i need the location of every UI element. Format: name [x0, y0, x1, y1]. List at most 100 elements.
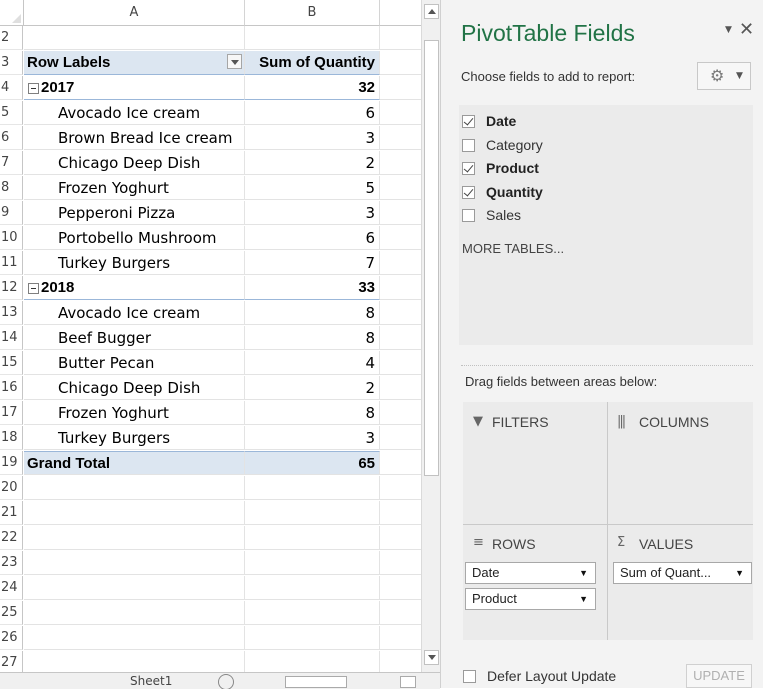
cell-b[interactable] [245, 501, 380, 525]
collapse-minus-icon[interactable] [28, 282, 39, 294]
cell-b[interactable]: 6 [245, 101, 380, 125]
row-field-chip[interactable]: Product ▼ [465, 588, 596, 610]
cell-c[interactable] [380, 551, 421, 575]
cell-b[interactable]: 3 [245, 126, 380, 150]
row-number[interactable]: 26 [0, 626, 23, 650]
cell-c[interactable] [380, 526, 421, 550]
row-number[interactable]: 18 [0, 426, 23, 450]
cell-b[interactable]: 32 [245, 76, 380, 100]
cell-b[interactable]: 2 [245, 376, 380, 400]
chevron-down-icon[interactable]: ▼ [579, 589, 588, 609]
cell-c[interactable] [380, 301, 421, 325]
row-number[interactable]: 22 [0, 526, 23, 550]
update-button[interactable]: UPDATE [686, 664, 752, 688]
field-checkbox[interactable] [462, 138, 475, 152]
row-number[interactable]: 19 [0, 451, 23, 475]
cell-a[interactable] [24, 526, 245, 550]
cell-c[interactable] [380, 451, 421, 475]
cell-b[interactable]: 4 [245, 351, 380, 375]
row-number[interactable]: 6 [0, 126, 23, 150]
cell-b[interactable]: 5 [245, 176, 380, 200]
cell-c[interactable] [380, 601, 421, 625]
cell-b[interactable]: 7 [245, 251, 380, 275]
cell-a[interactable]: Turkey Burgers [24, 426, 245, 450]
sheet-tab[interactable]: Sheet1 [130, 673, 172, 689]
cell-a[interactable]: Avocado Ice cream [24, 101, 245, 125]
tools-button[interactable]: ⚙ ▼ [697, 62, 751, 90]
cell-c[interactable] [380, 51, 421, 75]
cell-b[interactable]: 2 [245, 151, 380, 175]
field-checkbox[interactable] [462, 209, 475, 222]
row-number[interactable]: 16 [0, 376, 23, 400]
add-sheet-icon[interactable] [218, 674, 234, 689]
cell-b[interactable] [245, 601, 380, 625]
cell-c[interactable] [380, 176, 421, 200]
cell-a[interactable]: Brown Bread Ice cream [24, 126, 245, 150]
more-tables-link[interactable]: MORE TABLES... [462, 241, 564, 256]
cell-a[interactable]: Chicago Deep Dish [24, 376, 245, 400]
cell-c[interactable] [380, 276, 421, 300]
row-number[interactable]: 4 [0, 76, 23, 100]
row-number[interactable]: 14 [0, 326, 23, 350]
cell-b[interactable] [245, 476, 380, 500]
cell-c[interactable] [380, 251, 421, 275]
cell-b[interactable]: Sum of Quantity [245, 51, 380, 75]
scroll-thumb[interactable] [424, 40, 439, 476]
row-number[interactable]: 13 [0, 301, 23, 325]
cell-a[interactable]: Beef Bugger [24, 326, 245, 350]
cell-a[interactable] [24, 476, 245, 500]
cell-b[interactable] [245, 551, 380, 575]
column-header-c[interactable] [380, 0, 421, 26]
scroll-up-arrow-icon[interactable] [424, 4, 439, 19]
cell-a[interactable]: 2017 [24, 76, 245, 100]
value-field-chip[interactable]: Sum of Quant... ▼ [613, 562, 752, 584]
cell-c[interactable] [380, 401, 421, 425]
column-header-b[interactable]: B [245, 0, 380, 26]
cell-a[interactable]: Grand Total [24, 451, 245, 475]
defer-checkbox[interactable] [463, 670, 476, 683]
row-number[interactable]: 11 [0, 251, 23, 275]
cell-b[interactable]: 3 [245, 426, 380, 450]
row-number[interactable]: 7 [0, 151, 23, 175]
cell-c[interactable] [380, 226, 421, 250]
cell-a[interactable] [24, 26, 245, 50]
row-number[interactable]: 12 [0, 276, 23, 300]
row-number[interactable]: 23 [0, 551, 23, 575]
row-number[interactable]: 9 [0, 201, 23, 225]
cell-a[interactable]: Frozen Yoghurt [24, 401, 245, 425]
cell-a[interactable] [24, 626, 245, 650]
row-number[interactable]: 10 [0, 226, 23, 250]
scroll-down-arrow-icon[interactable] [424, 650, 439, 665]
cell-b[interactable]: 33 [245, 276, 380, 300]
cell-b[interactable]: 65 [245, 451, 380, 475]
row-number[interactable]: 3 [0, 51, 23, 75]
cell-a[interactable] [24, 501, 245, 525]
cell-c[interactable] [380, 326, 421, 350]
cell-b[interactable] [245, 576, 380, 600]
cell-a[interactable] [24, 601, 245, 625]
cell-c[interactable] [380, 426, 421, 450]
cell-c[interactable] [380, 376, 421, 400]
field-checkbox[interactable] [462, 185, 475, 199]
close-icon[interactable]: ✕ [739, 19, 754, 40]
worksheet-grid[interactable]: A B 2 3 Row Labels Sum of Quantity 4 2017 32 5 A… [0, 0, 421, 688]
cell-a[interactable] [24, 576, 245, 600]
row-number[interactable]: 15 [0, 351, 23, 375]
cell-a[interactable]: Avocado Ice cream [24, 301, 245, 325]
cell-a[interactable]: Chicago Deep Dish [24, 151, 245, 175]
filter-dropdown-icon[interactable] [227, 54, 242, 69]
cell-b[interactable]: 6 [245, 226, 380, 250]
cell-b[interactable]: 3 [245, 201, 380, 225]
field-checkbox[interactable] [462, 162, 475, 175]
row-number[interactable]: 24 [0, 576, 23, 600]
horizontal-scroll-button[interactable] [400, 676, 416, 688]
cell-b[interactable] [245, 526, 380, 550]
cell-c[interactable] [380, 351, 421, 375]
cell-c[interactable] [380, 126, 421, 150]
field-checkbox[interactable] [462, 115, 475, 128]
row-number[interactable]: 20 [0, 476, 23, 500]
cell-c[interactable] [380, 76, 421, 100]
cell-b[interactable] [245, 26, 380, 50]
cell-a[interactable] [24, 551, 245, 575]
cell-c[interactable] [380, 576, 421, 600]
